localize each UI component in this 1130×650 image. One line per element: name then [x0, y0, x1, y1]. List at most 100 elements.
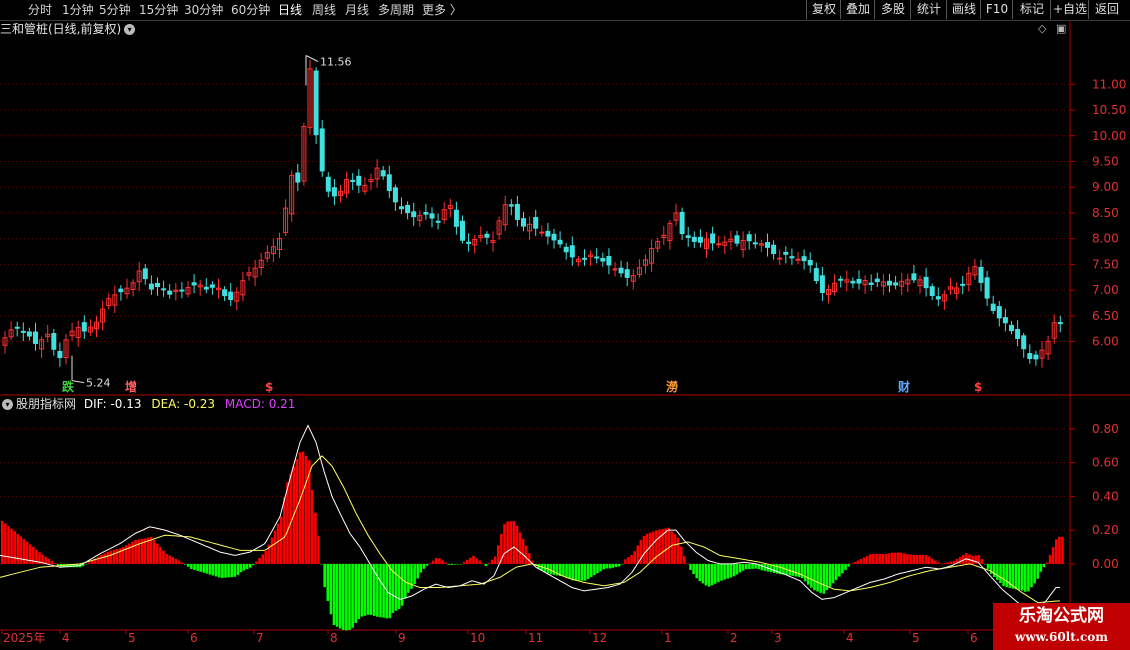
panel-toggle-icon[interactable]: ▣ [1056, 22, 1066, 35]
macd-bar [298, 452, 302, 564]
macd-bar [335, 563, 339, 627]
candle-body [929, 286, 935, 297]
macd-bar [841, 563, 844, 574]
macd-bar [1020, 563, 1024, 591]
macd-bar [379, 563, 382, 618]
macd-bar [366, 563, 370, 615]
toolbar-button-2[interactable]: 多股 [874, 0, 911, 19]
macd-bar [679, 546, 683, 564]
macd-bar [490, 559, 494, 564]
macd-bar [376, 563, 379, 617]
macd-bar [301, 451, 305, 564]
price-tick-label: 8.00 [1092, 232, 1119, 246]
macd-bar [112, 549, 116, 564]
macd-bar [909, 554, 912, 564]
candle-body [350, 179, 356, 182]
timeframe-tab-4[interactable]: 30分钟 [184, 2, 223, 18]
macd-bar [326, 563, 330, 601]
toolbar-button-3[interactable]: 统计 [910, 0, 947, 19]
candle-body [551, 233, 557, 241]
macd-bar [735, 563, 739, 575]
toolbar-button-5[interactable]: F10 [980, 0, 1013, 19]
macd-bar [701, 563, 705, 584]
candle-body [569, 245, 575, 258]
candle-body [716, 243, 722, 246]
candle-body [679, 211, 685, 235]
toolbar-button-0[interactable]: 复权 [806, 0, 841, 19]
macd-bar [425, 563, 429, 566]
macd-bar [881, 554, 884, 564]
macd-bar [723, 563, 726, 580]
macd-bar [614, 563, 618, 568]
low-price-label: 5.24 [86, 377, 111, 390]
macd-bar [202, 563, 206, 573]
chart-title-row: 三和管桩(日线,前复权) ▾ [0, 20, 136, 38]
toolbar-button-4[interactable]: 画线 [946, 0, 981, 19]
macd-bar [469, 557, 472, 564]
price-tick-label: 9.50 [1092, 154, 1119, 168]
date-tick-label: 5 [912, 631, 920, 645]
timeframe-tab-1[interactable]: 1分钟 [62, 2, 94, 18]
candle-body [20, 330, 26, 333]
macd-bar [986, 563, 990, 569]
high-price-label: 11.56 [320, 55, 352, 68]
candle-body [508, 204, 514, 207]
macd-bar [332, 563, 336, 626]
macd-bar [1058, 536, 1061, 564]
candle-body [313, 70, 319, 136]
macd-bar [168, 555, 171, 564]
candle-body [155, 282, 160, 288]
date-tick-label: 6 [190, 631, 198, 645]
macd-bar [345, 563, 348, 631]
macd-bar [270, 537, 274, 564]
macd-bar [683, 555, 686, 564]
timeframe-tab-3[interactable]: 15分钟 [139, 2, 178, 18]
candle-body [26, 331, 32, 337]
event-marker: 跌 [62, 379, 75, 394]
macd-bar [1055, 539, 1058, 564]
macd-bar [323, 563, 326, 588]
event-marker: 财 [897, 379, 910, 394]
candle-body [813, 268, 819, 282]
timeframe-tab-10[interactable]: 更多 〉 [422, 2, 462, 18]
chevron-down-icon[interactable]: ▾ [124, 24, 136, 35]
macd-bar [187, 563, 190, 567]
candle-body [600, 257, 606, 262]
macd-bar [159, 547, 162, 564]
timeframe-tab-5[interactable]: 60分钟 [231, 2, 270, 18]
timeframe-tab-8[interactable]: 月线 [345, 2, 369, 18]
chevron-down-icon[interactable]: ▾ [2, 399, 13, 410]
macd-bar [853, 562, 857, 564]
macd-bar [431, 560, 435, 564]
toolbar-button-6[interactable]: 标记 [1012, 0, 1051, 19]
macd-bar [211, 563, 215, 576]
chart-canvas[interactable]: 6.006.507.007.508.008.509.009.5010.0010.… [0, 0, 1130, 650]
macd-bar [586, 563, 590, 579]
macd-bar [605, 563, 609, 569]
macd-bar [87, 562, 91, 564]
macd-bar [596, 563, 599, 574]
timeframe-tab-9[interactable]: 多周期 [378, 2, 414, 18]
macd-bar [199, 563, 202, 572]
toolbar-button-1[interactable]: 叠加 [840, 0, 875, 19]
macd-bar [689, 563, 692, 570]
chart-corner-icons: ◇ ▣ [1038, 22, 1066, 35]
candle-body [1057, 322, 1063, 325]
site-watermark: 乐淘公式网 www.60lt.com [993, 603, 1130, 650]
macd-bar [311, 489, 314, 564]
candle-body [624, 269, 630, 278]
macd-bar [1017, 563, 1021, 590]
candle-body [466, 241, 472, 244]
toolbar-button-7[interactable]: +自选 [1050, 0, 1089, 19]
diamond-icon[interactable]: ◇ [1038, 22, 1046, 35]
candle-body [691, 236, 697, 242]
macd-bar [19, 536, 23, 564]
timeframe-tab-6[interactable]: 日线 [278, 2, 302, 18]
timeframe-tab-0[interactable]: 分时 [28, 2, 52, 18]
indicator-name[interactable]: 股朋指标网 [16, 397, 76, 411]
timeframe-tab-2[interactable]: 5分钟 [99, 2, 131, 18]
macd-bar [125, 545, 128, 564]
toolbar-button-8[interactable]: 返回 [1088, 0, 1125, 19]
timeframe-tab-7[interactable]: 周线 [312, 2, 336, 18]
macd-bar [1024, 563, 1027, 592]
